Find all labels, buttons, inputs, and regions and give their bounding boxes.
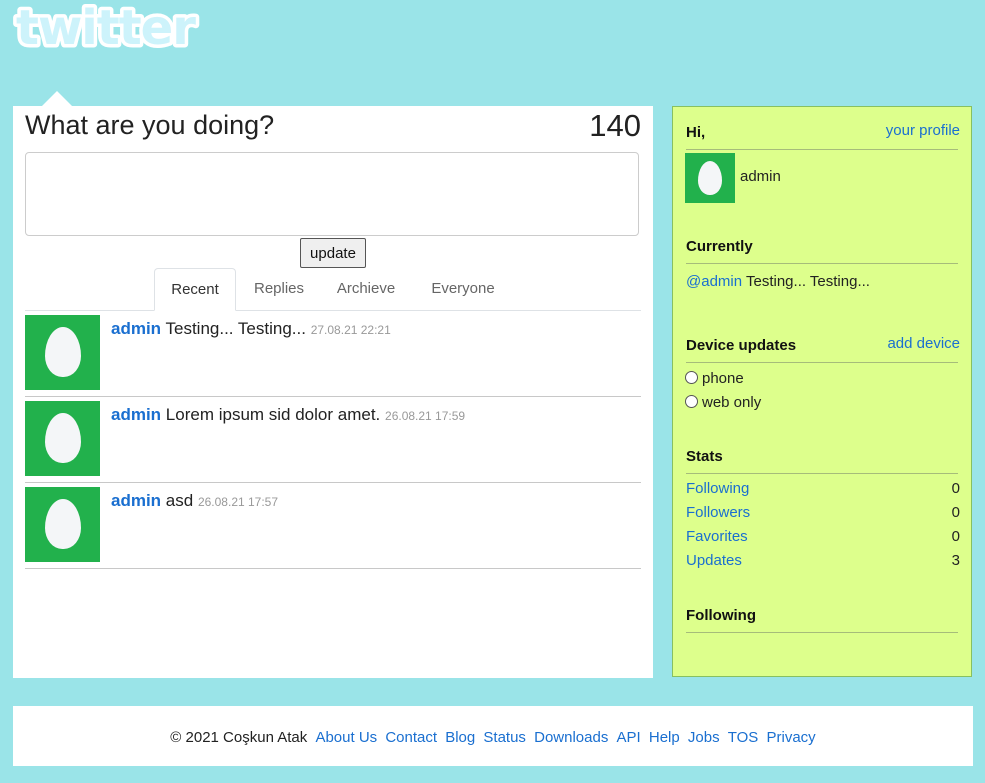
tweet-text: Testing... Testing...: [165, 319, 306, 338]
footer-link-status[interactable]: Status: [483, 729, 526, 746]
stat-label[interactable]: Updates: [686, 552, 742, 569]
footer: © 2021 Coşkun Atak About Us Contact Blog…: [13, 706, 973, 766]
composer-question: What are you doing?: [25, 110, 275, 140]
stat-value: 0: [951, 528, 960, 545]
sidebar: Hi, your profile admin Currently @admin …: [672, 106, 972, 677]
tweet-timestamp[interactable]: 26.08.21 17:57: [198, 495, 278, 509]
stat-favorites: Favorites 0: [686, 528, 960, 548]
egg-avatar-icon: [698, 161, 722, 195]
egg-avatar-icon: [45, 499, 81, 549]
tweet-username[interactable]: admin: [111, 491, 161, 510]
stat-following: Following 0: [686, 480, 960, 500]
tweet-item: admin asd 26.08.21 17:57: [25, 482, 641, 569]
your-profile-link[interactable]: your profile: [886, 122, 960, 139]
composer-pointer: [42, 91, 72, 106]
avatar[interactable]: [25, 315, 100, 390]
stat-label[interactable]: Followers: [686, 504, 750, 521]
egg-avatar-icon: [45, 327, 81, 377]
stat-value: 0: [951, 480, 960, 497]
current-status-text: Testing... Testing...: [746, 273, 870, 290]
footer-link-tos[interactable]: TOS: [728, 729, 759, 746]
footer-link-blog[interactable]: Blog: [445, 729, 475, 746]
tweet-username[interactable]: admin: [111, 405, 161, 424]
device-updates-label: Device updates: [686, 337, 797, 354]
tweet-content: admin Testing... Testing... 27.08.21 22:…: [111, 319, 391, 339]
footer-link-about-us[interactable]: About Us: [315, 729, 377, 746]
tweet-text: Lorem ipsum sid dolor amet.: [165, 405, 381, 424]
twitter-logo[interactable]: twitter: [12, 0, 227, 60]
greeting-label: Hi,: [686, 124, 706, 141]
character-counter: 140: [589, 108, 641, 143]
current-status: @admin Testing... Testing...: [686, 273, 870, 290]
tweet-content: admin Lorem ipsum sid dolor amet. 26.08.…: [111, 405, 465, 425]
tweet-item: admin Lorem ipsum sid dolor amet. 26.08.…: [25, 396, 641, 483]
device-updates-heading: Device updates add device: [686, 335, 960, 363]
stat-value: 0: [951, 504, 960, 521]
tweet-text: asd: [165, 491, 194, 510]
profile-avatar[interactable]: [685, 153, 735, 203]
tweet-username[interactable]: admin: [111, 319, 161, 338]
footer-link-jobs[interactable]: Jobs: [688, 729, 720, 746]
avatar[interactable]: [25, 401, 100, 476]
stat-label[interactable]: Following: [686, 480, 749, 497]
tweet-timestamp[interactable]: 27.08.21 22:21: [311, 323, 391, 337]
footer-link-help[interactable]: Help: [649, 729, 680, 746]
currently-heading: Currently: [686, 238, 958, 264]
footer-link-contact[interactable]: Contact: [385, 729, 437, 746]
device-option-web-only[interactable]: web only: [685, 394, 761, 411]
footer-link-api[interactable]: API: [617, 729, 641, 746]
update-button[interactable]: update: [300, 238, 366, 268]
add-device-link[interactable]: add device: [887, 335, 960, 352]
logo-text: twitter: [16, 2, 196, 54]
profile-username[interactable]: admin: [740, 168, 781, 185]
following-heading: Following: [686, 607, 958, 633]
footer-link-downloads[interactable]: Downloads: [534, 729, 608, 746]
tab-replies[interactable]: Replies: [244, 268, 314, 309]
current-status-user[interactable]: @admin: [686, 273, 742, 290]
stat-value: 3: [951, 552, 960, 569]
copyright-text: © 2021 Coşkun Atak: [170, 729, 308, 746]
device-option-label: web only: [702, 394, 762, 411]
stats-heading: Stats: [686, 448, 958, 474]
footer-link-privacy[interactable]: Privacy: [767, 729, 816, 746]
radio-icon[interactable]: [685, 395, 698, 408]
egg-avatar-icon: [45, 413, 81, 463]
device-option-label: phone: [702, 370, 744, 387]
tweet-item: admin Testing... Testing... 27.08.21 22:…: [25, 310, 641, 397]
radio-icon[interactable]: [685, 371, 698, 384]
status-input[interactable]: [25, 152, 639, 236]
stat-followers: Followers 0: [686, 504, 960, 524]
sidebar-greeting: Hi, your profile: [686, 122, 960, 150]
tab-archieve[interactable]: Archieve: [326, 268, 406, 309]
tab-everyone[interactable]: Everyone: [419, 268, 507, 309]
timeline-tabs: Recent Replies Archieve Everyone: [25, 268, 641, 311]
tweet-timestamp[interactable]: 26.08.21 17:59: [385, 409, 465, 423]
main-panel: What are you doing? 140 update Recent Re…: [13, 106, 653, 678]
stat-updates: Updates 3: [686, 552, 960, 572]
tab-recent[interactable]: Recent: [154, 268, 236, 311]
tweet-content: admin asd 26.08.21 17:57: [111, 491, 278, 511]
avatar[interactable]: [25, 487, 100, 562]
device-option-phone[interactable]: phone: [685, 370, 744, 387]
stat-label[interactable]: Favorites: [686, 528, 748, 545]
